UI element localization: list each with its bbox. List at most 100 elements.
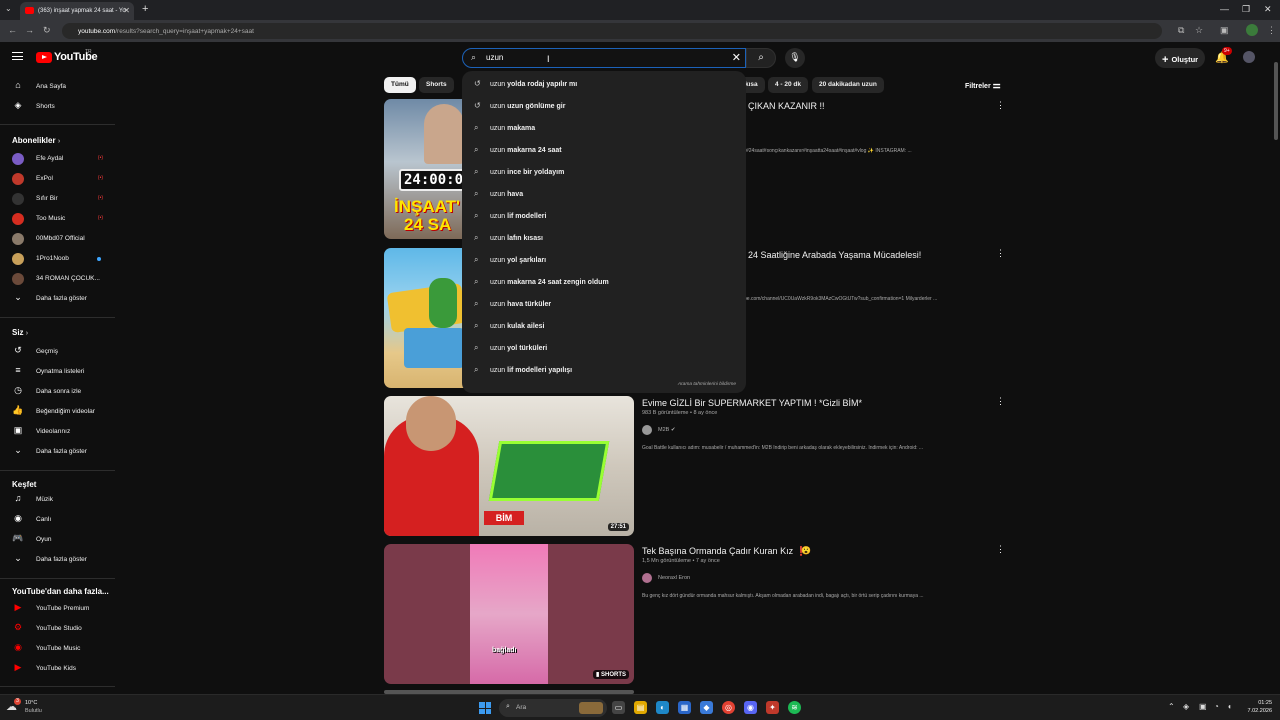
sidebar-item-your-videos[interactable]: ▣ Videolarınız <box>0 422 115 442</box>
chip-shorts[interactable]: Shorts <box>419 77 454 93</box>
sidebar-item-gaming[interactable]: 🎮 Oyun <box>0 530 115 550</box>
volume-icon[interactable]: ◖ <box>1227 702 1232 711</box>
report-predictions-link[interactable]: Arama tahminlerini bildirme <box>678 382 736 387</box>
video-title[interactable]: 24 Saatliğine Arabada Yaşama Mücadelesi! <box>748 250 921 260</box>
video-title[interactable]: Evime GİZLİ Bir SUPERMARKET YAPTIM ! *Gi… <box>642 398 862 408</box>
maximize-icon[interactable]: ❐ <box>1242 4 1250 15</box>
tray-app-icon[interactable]: ◈ <box>1183 702 1189 711</box>
install-app-icon[interactable]: ⧉ <box>1178 25 1184 36</box>
hamburger-menu-icon[interactable] <box>12 52 23 60</box>
windows-start-icon[interactable] <box>479 702 491 714</box>
search-suggestion[interactable]: ↺ uzun yolda rodaj yapılır mı <box>462 73 746 95</box>
subscriptions-show-more[interactable]: ⌄ Daha fazla göster <box>0 289 115 309</box>
search-input[interactable]: ⌕ uzun ✕ <box>462 48 746 68</box>
sidebar-item-subscription[interactable]: Too Music (•) <box>0 209 115 229</box>
tray-app-icon[interactable]: ▣ <box>1199 702 1207 711</box>
tray-overflow-icon[interactable]: ⌃ <box>1168 702 1175 711</box>
edge-browser-icon[interactable]: ◐ <box>656 701 669 714</box>
bookmark-star-icon[interactable]: ☆ <box>1195 25 1203 36</box>
sidebar-item-music[interactable]: ♫ Müzik <box>0 490 115 510</box>
browser-tab[interactable]: (363) inşaat yapmak 24 saat - Yo ✕ <box>20 2 134 20</box>
more-actions-icon[interactable]: ⋮ <box>996 396 1005 407</box>
sidebar-item-playlists[interactable]: ≡ Oynatma listeleri <box>0 362 115 382</box>
sidebar-item-subscription[interactable]: 00Mbd07 Official <box>0 229 115 249</box>
file-explorer-icon[interactable]: ▤ <box>634 701 647 714</box>
sidebar-item-home[interactable]: ⌂ Ana Sayfa <box>0 77 115 97</box>
chip-4-20-min[interactable]: 4 - 20 dk <box>768 77 809 93</box>
more-actions-icon[interactable]: ⋮ <box>996 544 1005 555</box>
search-suggestion[interactable]: ⌕ uzun lif modelleri <box>462 205 746 227</box>
app-icon[interactable]: ✦ <box>766 701 779 714</box>
minimize-icon[interactable]: — <box>1220 4 1229 14</box>
search-suggestion[interactable]: ↺ uzun uzun gönlüme gir <box>462 95 746 117</box>
discord-icon[interactable]: ◉ <box>744 701 757 714</box>
taskbar-search[interactable]: ⌕ Ara <box>499 699 607 717</box>
sidebar-item-youtube-music[interactable]: ◉ YouTube Music <box>0 639 115 659</box>
sidebar-item-subscription[interactable]: 34 ROMAN ÇOCUK... <box>0 269 115 289</box>
search-suggestion[interactable]: ⌕ uzun hava türküler <box>462 293 746 315</box>
store-app-icon[interactable]: ▦ <box>678 701 691 714</box>
vscode-icon[interactable]: ◆ <box>700 701 713 714</box>
search-suggestion[interactable]: ⌕ uzun makarna 24 saat <box>462 139 746 161</box>
search-suggestion[interactable]: ⌕ uzun yol türküleri <box>462 337 746 359</box>
reload-icon[interactable]: ↻ <box>43 25 51 36</box>
new-tab-icon[interactable]: + <box>142 3 148 15</box>
tab-close-icon[interactable]: ✕ <box>123 6 130 15</box>
spotify-icon[interactable]: ≋ <box>788 701 801 714</box>
chip-all[interactable]: Tümü <box>384 77 416 93</box>
sidebar-item-live[interactable]: ◉ Canlı <box>0 510 115 530</box>
chip-over-20-min[interactable]: 20 dakikadan uzun <box>812 77 884 93</box>
search-suggestion[interactable]: ⌕ uzun ince bir yoldayım <box>462 161 746 183</box>
task-view-icon[interactable]: ▭ <box>612 701 625 714</box>
search-suggestion[interactable]: ⌕ uzun yol şarkıları <box>462 249 746 271</box>
video-thumbnail[interactable]: BİM 27:51 <box>384 396 634 536</box>
sidebar-item-history[interactable]: ↺ Geçmiş <box>0 342 115 362</box>
video-thumbnail[interactable]: bağladı ▮ SHORTS <box>384 544 634 684</box>
voice-search-button[interactable]: 🎙 <box>785 48 805 68</box>
video-title[interactable]: ÇIKAN KAZANIR !! <box>748 101 825 111</box>
you-show-more[interactable]: ⌄ Daha fazla göster <box>0 442 115 462</box>
video-title[interactable]: Tek Başına Ormanda Çadır Kuran Kız ❗ <box>642 546 807 557</box>
clear-search-icon[interactable]: ✕ <box>732 51 741 64</box>
back-icon[interactable]: ← <box>8 25 17 35</box>
search-query-text[interactable]: uzun <box>486 53 503 62</box>
sidebar-item-watch-later[interactable]: ◷ Daha sonra izle <box>0 382 115 402</box>
url-field[interactable]: youtube.com/results?search_query=inşaat+… <box>62 23 1162 39</box>
search-button[interactable]: ⌕ <box>746 48 776 68</box>
clock-date[interactable]: 7.02.2026 <box>1242 708 1272 714</box>
window-close-icon[interactable]: ✕ <box>1264 4 1272 15</box>
sidebar-item-subscription[interactable]: Efe Aydal (•) <box>0 149 115 169</box>
sidebar-item-youtube-kids[interactable]: ▶ YouTube Kids <box>0 659 115 679</box>
tab-search-icon[interactable]: ⌄ <box>5 4 12 13</box>
sidebar-item-youtube-premium[interactable]: ▶ YouTube Premium <box>0 599 115 619</box>
search-suggestion[interactable]: ⌕ uzun kulak ailesi <box>462 315 746 337</box>
search-suggestion[interactable]: ⌕ uzun makama <box>462 117 746 139</box>
search-suggestion[interactable]: ⌕ uzun lafın kısası <box>462 227 746 249</box>
search-suggestion[interactable]: ⌕ uzun hava <box>462 183 746 205</box>
clock-time[interactable]: 01:25 <box>1248 700 1272 706</box>
filters-button[interactable]: Filtreler ⚌ <box>965 80 1001 91</box>
profile-avatar[interactable] <box>1246 24 1258 36</box>
search-suggestion[interactable]: ⌕ uzun makarna 24 saat zengin oldum <box>462 271 746 293</box>
more-actions-icon[interactable]: ⋮ <box>996 248 1005 259</box>
sidebar-item-subscription[interactable]: 1Pro1Noob <box>0 249 115 269</box>
youtube-logo-icon[interactable] <box>36 52 52 63</box>
sidebar-item-shorts[interactable]: ◈ Shorts <box>0 97 115 117</box>
explore-show-more[interactable]: ⌄ Daha fazla göster <box>0 550 115 570</box>
forward-icon[interactable]: → <box>25 25 34 35</box>
create-button[interactable]: + Oluştur <box>1155 48 1205 68</box>
you-heading[interactable]: Siz › <box>12 328 28 337</box>
chrome-icon[interactable]: ◎ <box>722 701 735 714</box>
scrollbar-thumb[interactable] <box>1274 62 1278 140</box>
wifi-icon[interactable]: ◔ <box>1214 702 1219 711</box>
browser-menu-icon[interactable]: ⋮ <box>1267 25 1276 36</box>
sidebar-item-liked-videos[interactable]: 👍 Beğendiğim videolar <box>0 402 115 422</box>
sidebar-item-subscription[interactable]: ExPol (•) <box>0 169 115 189</box>
sidebar-item-subscription[interactable]: Sıfır Bir (•) <box>0 189 115 209</box>
more-actions-icon[interactable]: ⋮ <box>996 100 1005 111</box>
sidebar-item-youtube-studio[interactable]: ⚙ YouTube Studio <box>0 619 115 639</box>
extensions-icon[interactable]: ▣ <box>1220 25 1229 36</box>
subscriptions-heading[interactable]: Abonelikler › <box>12 136 60 145</box>
account-avatar[interactable] <box>1243 51 1255 63</box>
search-suggestion[interactable]: ⌕ uzun lif modelleri yapılışı <box>462 359 746 381</box>
